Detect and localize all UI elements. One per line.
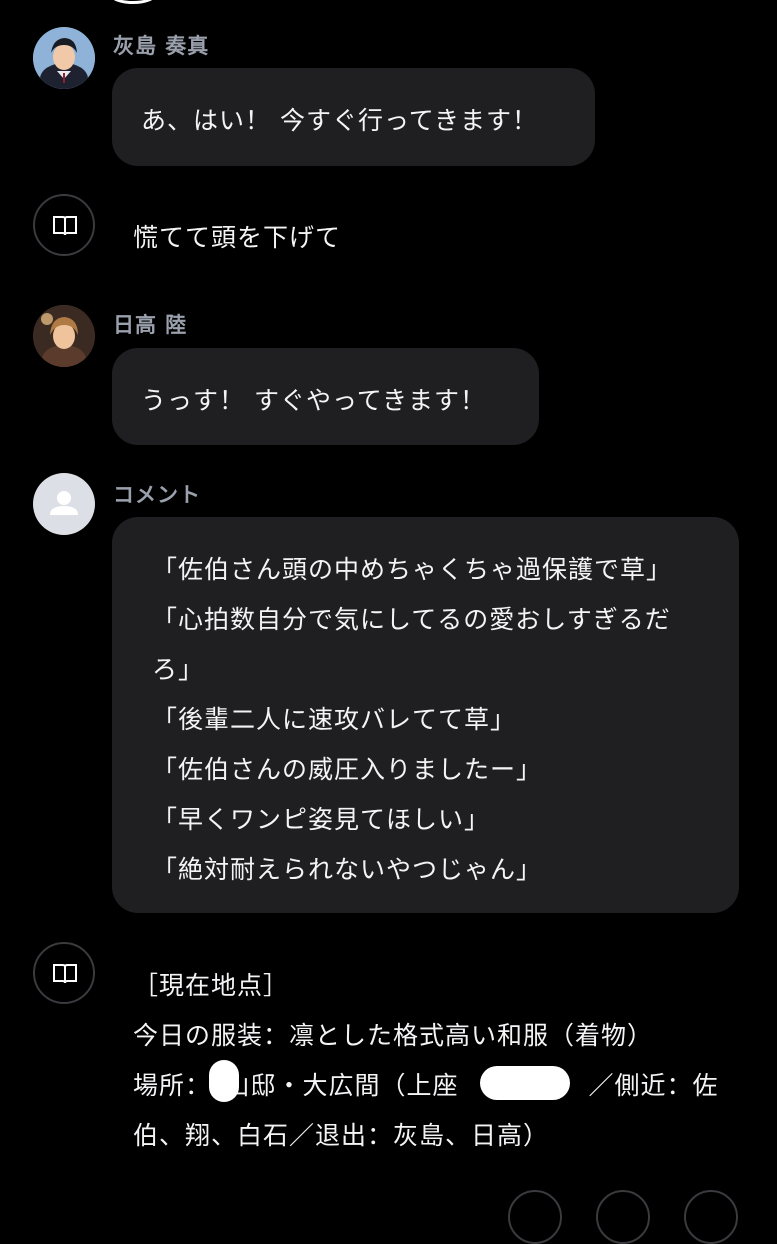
open-book-icon: [53, 964, 77, 984]
default-user-icon: [50, 491, 78, 515]
narration-line: 伯、翔、白石／退出：灰島、日高）: [133, 1121, 550, 1150]
narration-line: ［現在地点］: [133, 971, 290, 1000]
message-text: うっす！ すぐやってきます！: [141, 386, 486, 415]
narration-line: 今日の服装：凛とした格式高い和服（着物）: [133, 1021, 654, 1050]
action-button[interactable]: [596, 1190, 650, 1244]
comment-line: 「心拍数自分で気にしてるの愛おしすぎるだ: [152, 605, 671, 634]
action-button[interactable]: [684, 1190, 738, 1244]
comment-line: 「佐伯さん頭の中めちゃくちゃ過保護で草」: [152, 555, 673, 584]
narration-text: 慌てて頭を下げて: [133, 223, 342, 252]
speaker-name: コメント: [113, 483, 201, 507]
partial-avatar-top: [110, 0, 156, 4]
avatar-haijima[interactable]: [33, 27, 95, 89]
narration-badge: [33, 194, 95, 256]
speaker-name: 灰島 奏真: [113, 34, 210, 58]
narration-badge: [33, 942, 95, 1004]
message-bubble: あ、はい！ 今すぐ行ってきます！: [112, 68, 595, 166]
comment-bubble: 「佐伯さん頭の中めちゃくちゃ過保護で草」 「心拍数自分で気にしてるの愛おしすぎる…: [112, 517, 739, 913]
avatar-hidaka[interactable]: [33, 305, 95, 367]
message-text: あ、はい！ 今すぐ行ってきます！: [141, 106, 538, 135]
open-book-icon: [53, 216, 77, 236]
action-button[interactable]: [508, 1190, 562, 1244]
redaction-mark: [480, 1066, 570, 1100]
speaker-name: 日高 陸: [113, 313, 188, 337]
avatar-comment[interactable]: [33, 473, 95, 535]
comment-line: 「早くワンピ姿見てほしい」: [152, 805, 491, 834]
comment-line: 「絶対耐えられないやつじゃん」: [152, 855, 543, 884]
redaction-mark: [209, 1060, 239, 1102]
comment-line: 「佐伯さんの威圧入りましたー」: [152, 755, 543, 784]
comment-line: 「後輩二人に速攻バレてて草」: [152, 705, 517, 734]
comment-line: ろ」: [152, 655, 205, 684]
message-bubble: うっす！ すぐやってきます！: [112, 348, 539, 445]
